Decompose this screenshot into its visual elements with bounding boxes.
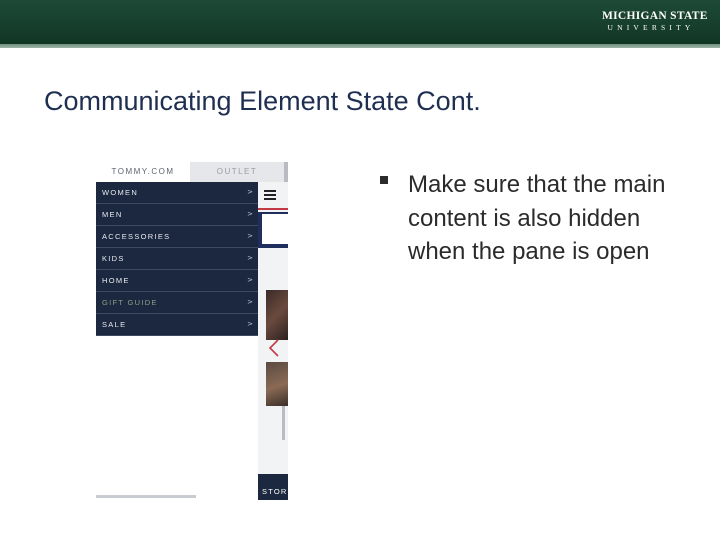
nav-item-home[interactable]: HOME > [96, 270, 258, 292]
chevron-right-icon: > [247, 298, 253, 306]
nav-item-label: GIFT GUIDE [102, 298, 158, 307]
nav-item-women[interactable]: WOMEN > [96, 182, 258, 204]
nav-item-sale[interactable]: SALE > [96, 314, 258, 336]
nav-item-label: HOME [102, 276, 130, 285]
nav-item-label: SALE [102, 320, 127, 329]
nav-item-label: WOMEN [102, 188, 139, 197]
product-image [266, 362, 288, 406]
hamburger-menu-icon[interactable] [264, 190, 276, 202]
square-bullet-icon [380, 176, 388, 184]
site-tabs: TOMMY.COM OUTLET [96, 162, 288, 183]
chevron-right-icon: > [247, 232, 253, 240]
chevron-right-icon: > [247, 276, 253, 284]
nav-item-label: KIDS [102, 254, 125, 263]
header-bar: MICHIGAN STATE UNIVERSITY [0, 0, 720, 44]
tab-edge [284, 162, 288, 182]
product-image [266, 290, 288, 340]
bullet-text: Make sure that the main content is also … [408, 171, 666, 265]
logo-subline: UNIVERSITY [607, 23, 695, 32]
accent-line [258, 208, 288, 210]
chevron-right-icon: > [247, 254, 253, 262]
header-stripe [0, 44, 720, 48]
content-banner [258, 212, 288, 248]
main-content-peek [258, 182, 288, 500]
nav-item-men[interactable]: MEN > [96, 204, 258, 226]
store-bar[interactable]: STOR [258, 474, 288, 500]
tab-tommy-com[interactable]: TOMMY.COM [96, 162, 190, 183]
logo-wordmark: MICHIGAN STATE [602, 10, 708, 22]
mobile-screenshot: TOMMY.COM OUTLET WOMEN > MEN > ACCESSORI… [96, 162, 288, 500]
nav-item-label: ACCESSORIES [102, 232, 171, 241]
nav-item-gift-guide[interactable]: GIFT GUIDE > [96, 292, 258, 314]
chevron-right-icon: > [247, 188, 253, 196]
navigation-pane: WOMEN > MEN > ACCESSORIES > KIDS > HOME … [96, 182, 258, 336]
msu-logo: MICHIGAN STATE UNIVERSITY [602, 10, 708, 34]
slide-title: Communicating Element State Cont. [44, 86, 481, 116]
nav-item-label: MEN [102, 210, 123, 219]
tab-outlet[interactable]: OUTLET [190, 162, 284, 182]
store-label: STOR [262, 487, 288, 496]
nav-item-kids[interactable]: KIDS > [96, 248, 258, 270]
chevron-right-icon: > [247, 210, 253, 218]
scrollbar[interactable] [282, 406, 285, 440]
pane-bottom-line [96, 495, 196, 498]
nav-item-accessories[interactable]: ACCESSORIES > [96, 226, 258, 248]
chevron-right-icon: > [247, 320, 253, 328]
chevron-left-icon[interactable] [267, 338, 281, 358]
